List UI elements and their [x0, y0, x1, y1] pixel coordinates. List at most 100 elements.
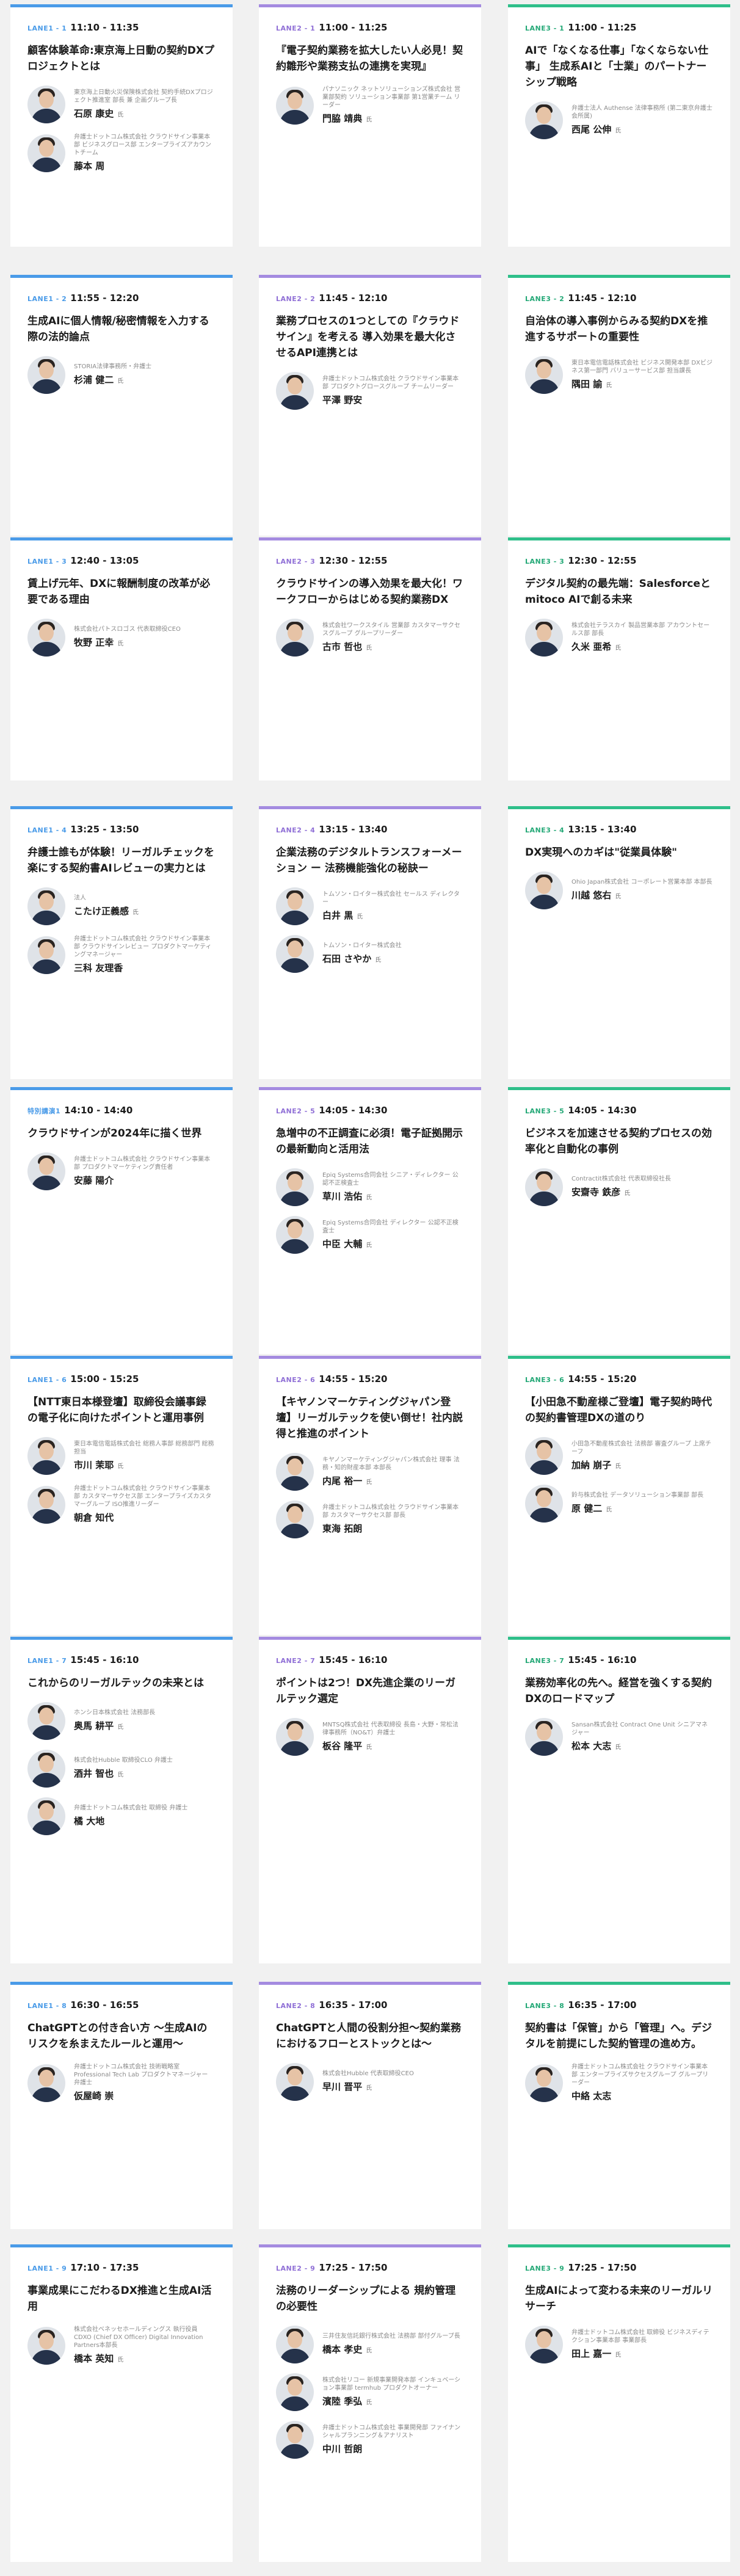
session-card[interactable]: LANE3 - 4 13:15 - 13:40 DX実現へのカギは"従業員体験" Oh… [508, 806, 730, 1079]
session-card[interactable]: LANE2 - 5 14:05 - 14:30 急増中の不正調査に必須！電子証拠開示… [259, 1087, 481, 1354]
session-title[interactable]: デジタル契約の最先端：Salesforceとmitoco AIで創る未来 [525, 576, 713, 608]
session-title[interactable]: 急増中の不正調査に必須！電子証拠開示の最新動向と活用法 [276, 1126, 464, 1157]
speaker-name-text: 酒井 智也 [74, 1768, 114, 1779]
speaker-name-text: 草川 浩佑 [322, 1190, 363, 1202]
session-title[interactable]: 【小田急不動産様ご登壇】電子契約時代の契約書管理DXの道のり [525, 1394, 713, 1426]
speaker-name-text: こたけ正義感 [74, 906, 129, 917]
session-card[interactable]: LANE2 - 7 15:45 - 16:10 ポイントは2つ！DX先進企業のリーガ… [259, 1637, 481, 1963]
lane-label: LANE3 - 9 [525, 2265, 565, 2272]
session-card[interactable]: LANE2 - 4 13:15 - 13:40 企業法務のデジタルトランスフォーメー… [259, 806, 481, 1079]
session-card[interactable]: LANE3 - 8 16:35 - 17:00 契約書は「保管」から「管理」へ。デジ… [508, 1982, 730, 2229]
session-card[interactable]: LANE1 - 7 15:45 - 16:10 これからのリーガルテックの未来とはホ… [10, 1637, 233, 1963]
speaker-name: 三科 友理香 [74, 962, 216, 975]
session-title[interactable]: 『電子契約業務を拡大したい人必見！契約雛形や業務支払の連携を実現』 [276, 43, 464, 75]
session-title[interactable]: これからのリーガルテックの未来とは [27, 1675, 216, 1691]
speaker: 弁護士法人 Authense 法律事務所 (第二東京弁護士会所属) 西尾 公伸氏 [525, 101, 713, 139]
session-title[interactable]: 業務効率化の先へ。経営を強くする契約DXのロードマップ [525, 1675, 713, 1707]
session-card[interactable]: LANE1 - 2 11:55 - 12:20 生成AIに個人情報/秘密情報を入力す… [10, 275, 233, 536]
session-card[interactable]: LANE3 - 2 11:45 - 12:10 自治体の導入事例からみる契約DXを推… [508, 275, 730, 536]
session-card[interactable]: LANE1 - 6 15:00 - 15:25 【NTT東日本様登壇】取締役会議事録… [10, 1356, 233, 1635]
avatar-body [31, 1509, 62, 1524]
time-range: 11:00 - 11:25 [568, 22, 637, 33]
speaker: 弁護士ドットコム株式会社 クラウドサイン事業本部 カスタマーサクセス部 部長 東海… [276, 1501, 464, 1538]
session-card[interactable]: LANE2 - 2 11:45 - 12:10 業務プロセスの1つとしての『クラウド… [259, 275, 481, 536]
speaker-affiliation: 弁護士ドットコム株式会社 事業開発部 ファイナンシャルプランニング＆アナリスト [322, 2424, 461, 2439]
session-title[interactable]: 賃上げ元年、DXに報酬制度の改革が必要である理由 [27, 576, 216, 608]
speaker-name: 石原 康史氏 [74, 108, 216, 121]
session-card[interactable]: LANE1 - 8 16:30 - 16:55 ChatGPTとの付き合い方 〜生成… [10, 1982, 233, 2229]
lane-label: LANE2 - 1 [276, 24, 316, 32]
time-range: 12:40 - 13:05 [70, 555, 139, 566]
session-card[interactable]: LANE3 - 1 11:00 - 11:25 AIで「なくなる仕事」「なくならない… [508, 4, 730, 247]
session-title[interactable]: 生成AIに個人情報/秘密情報を入力する際の法的論点 [27, 313, 216, 345]
avatar-head [288, 92, 302, 109]
session-card[interactable]: LANE3 - 7 15:45 - 16:10 業務効率化の先へ。経営を強くする契約… [508, 1637, 730, 1963]
session-card[interactable]: LANE2 - 6 14:55 - 15:20 【キヤノンマーケティングジャパン登壇… [259, 1356, 481, 1635]
session-card[interactable]: LANE3 - 6 14:55 - 15:20 【小田急不動産様ご登壇】電子契約時代… [508, 1356, 730, 1635]
session-card[interactable]: LANE1 - 1 11:10 - 11:35 顧客体験革命:東京海上日動の契約DX… [10, 4, 233, 247]
session-title[interactable]: ビジネスを加速させる契約プロセスの効率化と自動化の事例 [525, 1126, 713, 1157]
lane-label: LANE2 - 9 [276, 2265, 316, 2272]
avatar-head [288, 624, 302, 641]
lane-label: LANE2 - 4 [276, 826, 316, 834]
speaker-honorific: 氏 [366, 117, 372, 123]
speaker-name: 安齋寺 鉄彦氏 [571, 1187, 713, 1199]
session-card[interactable]: LANE1 - 3 12:40 - 13:05 賃上げ元年、DXに報酬制度の改革が必… [10, 537, 233, 780]
session-title[interactable]: 自治体の導入事例からみる契約DXを推進するサポートの重要性 [525, 313, 713, 345]
speaker: Contractit株式会社 代表取締役社長 安齋寺 鉄彦氏 [525, 1168, 713, 1206]
avatar-body [529, 1741, 559, 1756]
avatar-body [280, 958, 310, 973]
avatar-body [529, 1192, 559, 1206]
speaker-list: ホンシ日本株式会社 法務部長 奥馬 耕平氏株式会社Hubble 取締役CLO 弁護… [27, 1702, 216, 1835]
session-title[interactable]: クラウドサインが2024年に描く世界 [27, 1126, 216, 1141]
speaker-name-text: 松本 大志 [571, 1740, 612, 1752]
session-title[interactable]: 企業法務のデジタルトランスフォーメーション ー 法務機能強化の秘訣ー [276, 845, 464, 876]
session-time: LANE1 - 3 12:40 - 13:05 [27, 555, 216, 567]
session-title[interactable]: 顧客体験革命:東京海上日動の契約DXプロジェクトとは [27, 43, 216, 75]
speaker-honorific: 氏 [132, 909, 139, 916]
session-card[interactable]: LANE2 - 1 11:00 - 11:25 『電子契約業務を拡大したい人必見！契… [259, 4, 481, 247]
speaker-info: 弁護士法人 Authense 法律事務所 (第二東京弁護士会所属) 西尾 公伸氏 [571, 104, 713, 137]
session-title[interactable]: 事業成果にこだわるDX推進と生成AI活用 [27, 2283, 216, 2315]
session-title[interactable]: ポイントは2つ！DX先進企業のリーガルテック選定 [276, 1675, 464, 1707]
avatar-head [288, 941, 302, 958]
session-title[interactable]: 法務のリーダーシップによる 規約管理の必要性 [276, 2283, 464, 2315]
session-card[interactable]: LANE3 - 3 12:30 - 12:55 デジタル契約の最先端：Salesfo… [508, 537, 730, 780]
session-title[interactable]: 弁護士誰もが体験！リーガルチェックを楽にする契約書AIレビューの実力とは [27, 845, 216, 876]
session-card[interactable]: LANE1 - 4 13:25 - 13:50 弁護士誰もが体験！リーガルチェックを… [10, 806, 233, 1079]
session-card[interactable]: LANE2 - 9 17:25 - 17:50 法務のリーダーシップによる 規約管理… [259, 2244, 481, 2562]
session-title[interactable]: 生成AIによって変わる未来のリーガルリサーチ [525, 2283, 713, 2315]
avatar-body [31, 1176, 62, 1190]
speaker-affiliation: 小田急不動産株式会社 法務部 審査グループ 上席チーフ [571, 1440, 711, 1455]
session-title[interactable]: クラウドサインの導入効果を最大化！ワークフローからはじめる契約業務DX [276, 576, 464, 608]
time-range: 11:10 - 11:35 [70, 22, 139, 33]
avatar-head [39, 942, 54, 959]
session-title[interactable]: ChatGPTと人間の役割分担〜契約業務におけるフローとストックとは〜 [276, 2020, 464, 2052]
time-range: 13:15 - 13:40 [319, 824, 388, 835]
session-title[interactable]: 【キヤノンマーケティングジャパン登壇】リーガルテックを使い倒せ！社内説得と推進の… [276, 1394, 464, 1442]
session-title[interactable]: 業務プロセスの1つとしての『クラウドサイン』を考える 導入効果を最大化させるAP… [276, 313, 464, 361]
session-title[interactable]: ChatGPTとの付き合い方 〜生成AIのリスクを糸まえたルールと運用〜 [27, 2020, 216, 2052]
session-title[interactable]: 契約書は「保管」から「管理」へ。デジタルを前提にした契約管理の進め方。 [525, 2020, 713, 2052]
speaker-honorific: 氏 [606, 382, 612, 389]
lane-label: LANE3 - 5 [525, 1107, 565, 1115]
session-card[interactable]: LANE2 - 8 16:35 - 17:00 ChatGPTと人間の役割分担〜契約… [259, 1982, 481, 2229]
avatar-head [288, 2068, 302, 2086]
session-card[interactable]: 特別講演1 14:10 - 14:40 クラウドサインが2024年に描く世界 弁護士ド… [10, 1087, 233, 1354]
lane-label: LANE2 - 6 [276, 1376, 316, 1384]
session-title[interactable]: AIで「なくなる仕事」「なくならない仕事」 生成系AIと「士業」のパートナーシッ… [525, 43, 713, 90]
avatar-body [529, 1508, 559, 1523]
session-title[interactable]: 【NTT東日本様登壇】取締役会議事録の電子化に向けたポイントと運用事例 [27, 1394, 216, 1426]
speaker-info: 東京海上日動火災保険株式会社 契約手続DXプロジェクト推進室 部長 兼 企画グル… [74, 89, 216, 121]
session-card[interactable]: LANE3 - 9 17:25 - 17:50 生成AIによって変わる未来のリーガル… [508, 2244, 730, 2562]
session-card[interactable]: LANE3 - 5 14:05 - 14:30 ビジネスを加速させる契約プロセスの効… [508, 1087, 730, 1354]
session-card[interactable]: LANE1 - 9 17:10 - 17:35 事業成果にこだわるDX推進と生成AI… [10, 2244, 233, 2562]
session-card[interactable]: LANE2 - 3 12:30 - 12:55 クラウドサインの導入効果を最大化！ワ… [259, 537, 481, 780]
speaker-avatar [27, 86, 65, 123]
avatar-head [39, 2332, 54, 2349]
speaker: ホンシ日本株式会社 法務部長 奥馬 耕平氏 [27, 1702, 216, 1740]
avatar-head [288, 2331, 302, 2348]
session-title[interactable]: DX実現へのカギは"従業員体験" [525, 845, 713, 860]
speaker-info: トムソン・ロイター株式会社 石田 さやか氏 [322, 942, 464, 966]
session-time: LANE2 - 4 13:15 - 13:40 [276, 824, 464, 836]
